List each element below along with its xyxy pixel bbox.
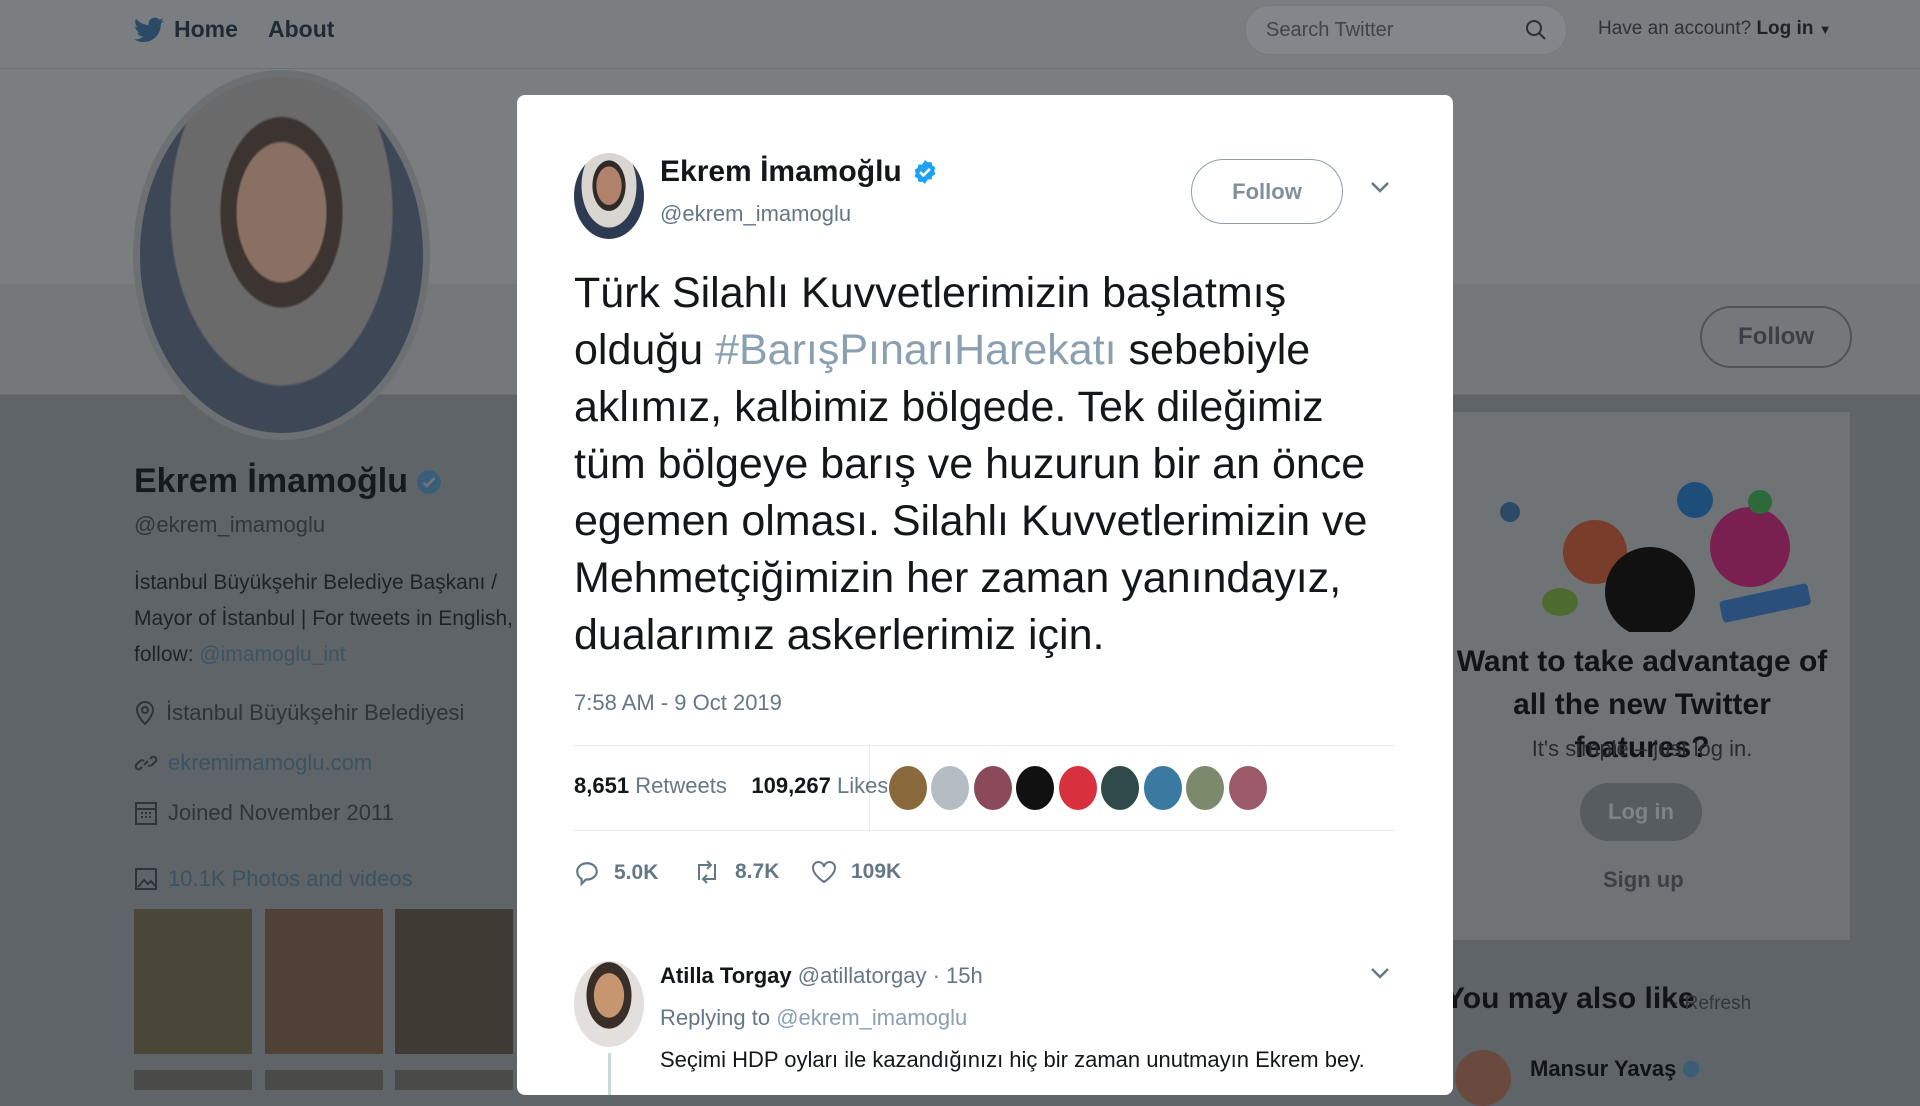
liker-avatar[interactable] [1057, 764, 1099, 812]
reply-author-avatar[interactable] [574, 961, 644, 1047]
nav-home-link[interactable]: Home [134, 16, 238, 43]
replying-to-link[interactable]: @ekrem_imamoglu [776, 1005, 967, 1030]
signup-prompt-subtitle: It's simple – just log in. [1531, 736, 1753, 761]
author-handle[interactable]: @ekrem_imamoglu [660, 201, 851, 227]
follow-button[interactable]: Follow [1191, 159, 1343, 224]
photo-thumbnail[interactable] [134, 1070, 252, 1090]
profile-bio: İstanbul Büyükşehir Belediye Başkanı / M… [134, 565, 514, 673]
reply-handle-time: @atillatorgay · 15h [797, 963, 983, 988]
suggested-user-avatar[interactable] [1455, 1050, 1511, 1106]
also-like-heading: You may also like [1445, 982, 1695, 1015]
profile-website[interactable]: ekremimamoglu.com [134, 750, 372, 776]
suggested-user-name[interactable]: Mansur Yavaş [1530, 1056, 1700, 1082]
reply-author-name[interactable]: Atilla Torgay [660, 963, 792, 988]
bio-line: Mayor of İstanbul | For tweets in Englis… [134, 607, 513, 630]
login-menu-link[interactable]: Log in [1756, 18, 1813, 39]
liker-avatar[interactable] [972, 764, 1014, 812]
photo-thumbnail[interactable] [134, 909, 252, 1054]
illustration-image [1500, 482, 1811, 632]
photos-videos-link[interactable]: 10.1K Photos and videos [134, 866, 413, 892]
tweet-modal: Ekrem İmamoğlu @ekrem_imamoglu Follow Tü… [517, 95, 1453, 1095]
reply-header[interactable]: Atilla Torgay @atillatorgay · 15h [660, 963, 983, 989]
author-name[interactable]: Ekrem İmamoğlu [660, 155, 938, 189]
tweet-stats: 8,651 Retweets 109,267 Likes [574, 773, 888, 799]
link-icon [134, 755, 158, 771]
tweet-timestamp[interactable]: 7:58 AM - 9 Oct 2019 [574, 690, 782, 716]
bio-line: follow: @imamoglu_int [134, 643, 346, 666]
reply-icon [576, 862, 598, 886]
photo-thumbnail[interactable] [265, 909, 383, 1054]
photo-thumbnail[interactable] [395, 909, 513, 1054]
profile-joined: Joined November 2011 [134, 800, 394, 826]
photo-thumbnail[interactable] [395, 1070, 513, 1090]
nav-about-link[interactable]: About [268, 16, 334, 43]
image-icon [135, 868, 157, 890]
bio-mention-link[interactable]: @imamoglu_int [199, 643, 345, 666]
divider [574, 745, 1394, 746]
profile-location: İstanbul Büyükşehir Belediyesi [134, 700, 464, 726]
profile-avatar[interactable] [133, 70, 430, 440]
calendar-icon [135, 802, 157, 825]
bio-line: İstanbul Büyükşehir Belediye Başkanı / [134, 571, 498, 594]
reply-action[interactable]: 5.0K [574, 860, 658, 886]
liker-avatar[interactable] [1099, 764, 1141, 812]
profile-handle: @ekrem_imamoglu [134, 512, 326, 537]
twitter-bird-icon [134, 17, 164, 42]
liker-avatar[interactable] [1184, 764, 1226, 812]
profile-name-text: Ekrem İmamoğlu [134, 462, 408, 500]
liker-avatar[interactable] [887, 764, 929, 812]
search-box[interactable] [1245, 5, 1567, 55]
retweet-action[interactable]: 8.7K [693, 860, 779, 884]
retweets-stat[interactable]: 8,651 Retweets [574, 773, 727, 798]
account-prompt: Have an account? Log in ▼ [1598, 18, 1832, 40]
author-name-text: Ekrem İmamoğlu [660, 155, 902, 188]
have-account-text: Have an account? [1598, 18, 1752, 39]
liker-avatar[interactable] [1014, 764, 1056, 812]
signup-link[interactable]: Sign up [1603, 867, 1684, 893]
chevron-down-icon[interactable] [1369, 965, 1391, 981]
replying-to: Replying to @ekrem_imamoglu [660, 1005, 968, 1030]
divider [574, 830, 1394, 831]
reply-text: Seçimi HDP oyları ile kazandığınızı hiç … [660, 1047, 1365, 1072]
thread-line [608, 1053, 611, 1095]
liker-avatar[interactable] [929, 764, 971, 812]
home-label: Home [174, 16, 238, 42]
profile-name[interactable]: Ekrem İmamoğlu [134, 462, 442, 501]
login-button[interactable]: Log in [1580, 783, 1702, 841]
like-action[interactable]: 109K [811, 860, 901, 884]
tweet-text: Türk Silahlı Kuvvetlerimizin başlatmış o… [574, 269, 1368, 659]
profile-follow-button[interactable]: Follow [1700, 306, 1852, 368]
verified-badge-icon [1683, 1060, 1700, 1078]
photo-thumbnail[interactable] [265, 1070, 383, 1090]
heart-icon [812, 861, 836, 884]
verified-badge-icon [417, 469, 441, 494]
search-input[interactable] [1264, 16, 1518, 44]
hashtag-link[interactable]: #BarışPınarıHarekatı [715, 326, 1117, 374]
verified-badge-icon [914, 160, 936, 184]
refresh-link[interactable]: · Refresh [1673, 993, 1751, 1015]
caret-down-icon[interactable]: ▼ [1819, 22, 1832, 37]
chevron-down-icon[interactable] [1369, 179, 1391, 195]
liker-avatar[interactable] [1142, 764, 1184, 812]
location-pin-icon [135, 700, 155, 726]
liker-avatar[interactable] [1227, 764, 1269, 812]
likes-stat[interactable]: 109,267 Likes [751, 773, 888, 798]
search-icon[interactable] [1524, 18, 1548, 42]
author-avatar[interactable] [574, 153, 644, 239]
retweet-icon [698, 860, 716, 884]
